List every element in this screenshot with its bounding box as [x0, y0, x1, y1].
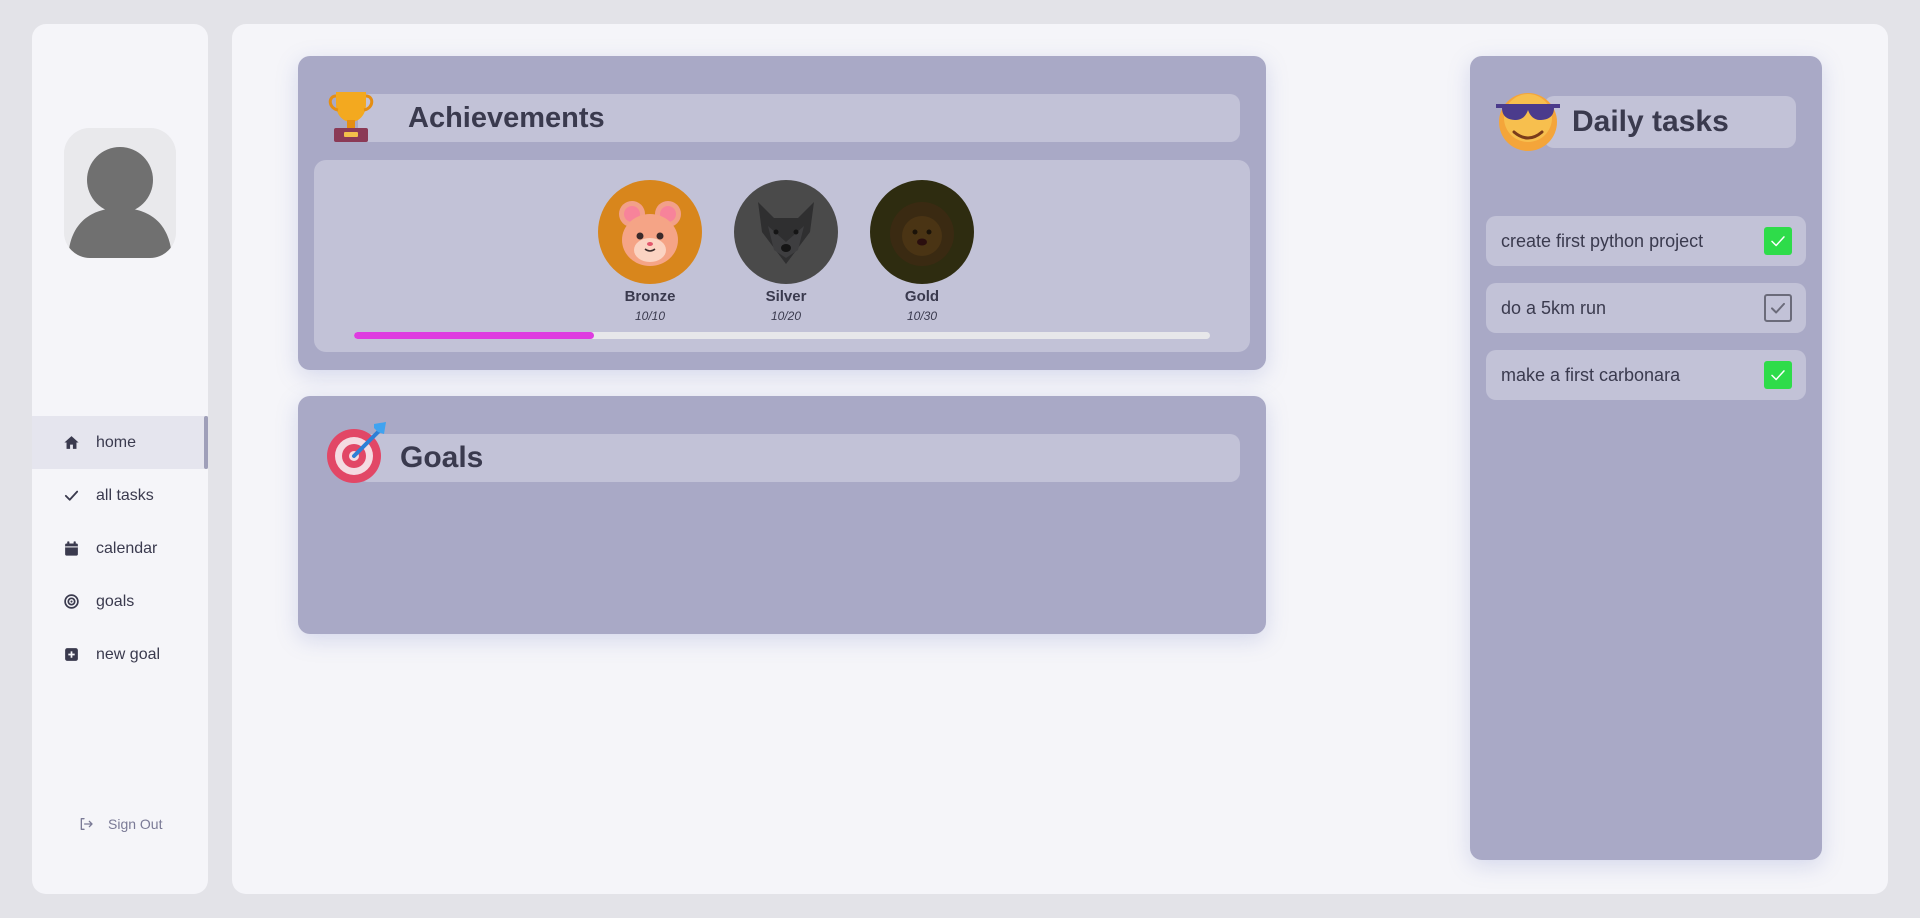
badge-silver[interactable]: Silver 10/20: [734, 180, 838, 323]
sign-out-button[interactable]: Sign Out: [78, 816, 162, 832]
achievements-title: Achievements: [358, 94, 1240, 142]
sidebar-item-new-goal[interactable]: new goal: [32, 628, 208, 681]
achievement-progress-bar: [354, 332, 1210, 339]
home-icon: [62, 434, 80, 452]
trophy-icon: [328, 92, 374, 142]
badge-silver-circle: [734, 180, 838, 284]
task-item[interactable]: do a 5km run: [1486, 283, 1806, 333]
hamster-icon: [619, 201, 681, 266]
task-label: do a 5km run: [1501, 297, 1607, 318]
check-icon: [1771, 370, 1785, 381]
daily-tasks-card: Daily tasks create first python project …: [1470, 56, 1822, 860]
wolf-icon: [758, 202, 814, 264]
goals-card: Goals: [298, 396, 1266, 634]
task-item[interactable]: make a first carbonara: [1486, 350, 1806, 400]
badge-silver-name: Silver: [765, 288, 807, 305]
task-label: create first python project: [1501, 230, 1704, 251]
avatar[interactable]: [64, 128, 176, 258]
plus-square-icon: [62, 646, 80, 664]
sidebar-item-label: home: [96, 433, 137, 451]
achievement-progress-fill: [354, 332, 594, 339]
badge-gold-circle: [870, 180, 974, 284]
sign-out-icon: [80, 818, 93, 830]
main-content: Achievements Bronze 10/10 Silver 10/20 G…: [232, 24, 1888, 894]
goals-title: Goals: [358, 434, 1240, 482]
badge-bronze[interactable]: Bronze 10/10: [598, 180, 702, 323]
task-checkbox[interactable]: [1764, 294, 1792, 322]
check-icon: [1771, 302, 1785, 314]
lion-icon: [890, 202, 954, 266]
sidebar-item-label: goals: [96, 592, 135, 610]
sunglasses-face-icon: [1496, 93, 1560, 151]
badge-gold-name: Gold: [904, 288, 940, 305]
sidebar-item-calendar[interactable]: calendar: [32, 522, 208, 575]
sidebar: home all tasks calendar goals new goal S…: [32, 24, 208, 894]
calendar-icon: [62, 540, 80, 558]
badge-gold-count: 10/30: [906, 309, 938, 323]
check-icon: [1771, 236, 1785, 247]
badge-bronze-circle: [598, 180, 702, 284]
sidebar-item-label: calendar: [96, 539, 158, 557]
target-icon: [62, 593, 80, 611]
sidebar-item-label: all tasks: [96, 486, 154, 504]
achievements-panel: Bronze 10/10 Silver 10/20 Gold 10/30: [314, 160, 1250, 352]
dart-target-icon: [327, 422, 386, 483]
sidebar-nav: home all tasks calendar goals new goal: [32, 416, 208, 681]
badge-bronze-name: Bronze: [624, 288, 676, 305]
task-item[interactable]: create first python project: [1486, 216, 1806, 266]
achievements-card: Achievements Bronze 10/10 Silver 10/20 G…: [298, 56, 1266, 370]
sidebar-item-label: new goal: [96, 645, 161, 663]
sign-out-label: Sign Out: [108, 816, 163, 832]
badge-gold[interactable]: Gold 10/30: [870, 180, 974, 323]
badge-silver-count: 10/20: [770, 309, 802, 323]
sidebar-item-goals[interactable]: goals: [32, 575, 208, 628]
sidebar-item-all-tasks[interactable]: all tasks: [32, 469, 208, 522]
sidebar-item-home[interactable]: home: [32, 416, 208, 469]
badge-bronze-count: 10/10: [634, 309, 666, 323]
check-icon: [62, 487, 80, 505]
task-checkbox[interactable]: [1764, 227, 1792, 255]
task-label: make a first carbonara: [1501, 364, 1681, 385]
task-checkbox[interactable]: [1764, 361, 1792, 389]
daily-tasks-title: Daily tasks: [1544, 96, 1796, 148]
